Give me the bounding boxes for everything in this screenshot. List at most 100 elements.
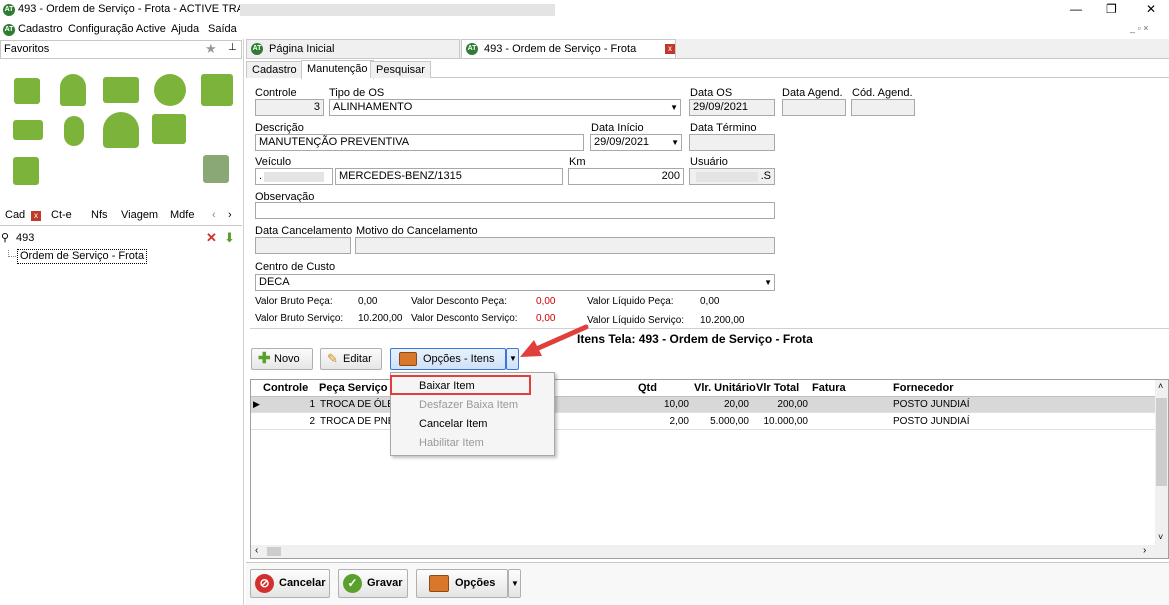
scroll-thumb[interactable] — [1156, 398, 1167, 486]
chevron-right-icon[interactable]: › — [228, 209, 232, 221]
data-os-field[interactable]: 29/09/2021 — [689, 99, 775, 116]
motivo-cancel-field[interactable] — [355, 237, 775, 254]
factory-icon[interactable] — [13, 157, 39, 185]
driver-add-icon[interactable] — [14, 78, 40, 104]
col-total[interactable]: Vlr Total — [756, 382, 799, 394]
opcoes-dropdown[interactable]: ▼ — [508, 569, 521, 598]
tab-viagem[interactable]: Viagem — [121, 209, 158, 221]
cell-unitario: 20,00 — [723, 399, 749, 410]
items-grid: Controle Peça Serviço Qtd Vlr. Unitário … — [250, 379, 1169, 559]
col-peca[interactable]: Peça Serviço — [319, 382, 388, 394]
horizontal-scrollbar[interactable]: ‹ › — [251, 545, 1156, 558]
veiculo-modelo-field[interactable]: MERCEDES-BENZ/1315 — [335, 168, 563, 185]
gravar-button[interactable]: ✓ Gravar — [338, 569, 408, 598]
data-agend-field[interactable] — [782, 99, 846, 116]
menu-cadastro[interactable]: Cadastro — [18, 23, 63, 35]
observacao-field[interactable] — [255, 202, 775, 219]
dropdown-arrow-icon: ▼ — [764, 278, 772, 287]
close-icon[interactable]: x — [31, 211, 41, 221]
app-menu-icon[interactable]: AT — [3, 24, 15, 36]
data-cancel-field[interactable] — [255, 237, 351, 254]
search-input[interactable]: 493 — [16, 232, 34, 244]
tipo-os-select[interactable]: ALINHAMENTO ▼ — [329, 99, 681, 116]
cancel-icon: ⊘ — [255, 574, 274, 593]
cell-fornecedor: POSTO JUNDIAÍ — [893, 416, 970, 427]
tab-cte[interactable]: Ct-e — [51, 209, 72, 221]
liq-peca-label: Valor Líquido Peça: — [587, 296, 674, 307]
tab-nfs[interactable]: Nfs — [91, 209, 108, 221]
person-icon[interactable] — [60, 74, 86, 106]
tab-ordem-servico[interactable]: AT 493 - Ordem de Serviço - Frota x — [461, 39, 676, 58]
close-tab-icon[interactable]: x — [665, 44, 675, 54]
driver-wheel-icon[interactable] — [64, 116, 84, 146]
star-icon[interactable]: ★ — [205, 41, 217, 57]
col-unitario[interactable]: Vlr. Unitário — [694, 382, 756, 394]
close-button[interactable]: ✕ — [1146, 2, 1156, 16]
menu-saida[interactable]: Saída — [208, 23, 237, 35]
menu-configuracao[interactable]: Configuração Active — [68, 23, 166, 35]
mdi-controls[interactable]: _ ▫ × — [1130, 23, 1148, 33]
cell-qtd: 2,00 — [669, 416, 689, 427]
fleet-icon[interactable] — [103, 77, 139, 103]
favorites-label: Favoritos — [4, 43, 50, 55]
scroll-right-icon[interactable]: › — [1143, 545, 1146, 556]
table-row[interactable]: 2 TROCA DE PNEU 2,00 5.000,00 10.000,00 … — [251, 414, 1156, 430]
scroll-up-icon[interactable]: ˄ — [1158, 381, 1163, 391]
menu-item-habilitar[interactable]: Habilitar Item — [419, 437, 484, 449]
centro-custo-select[interactable]: DECA ▼ — [255, 274, 775, 291]
data-inicio-field[interactable]: 29/09/2021 ▼ — [590, 134, 682, 151]
check-icon: ✓ — [343, 574, 362, 593]
restore-button[interactable]: ❐ — [1106, 2, 1117, 16]
pencil-icon: ✎ — [327, 351, 338, 366]
col-fatura[interactable]: Fatura — [812, 382, 846, 394]
title-bar: AT 493 - Ordem de Serviço - Frota - ACTI… — [0, 0, 1169, 20]
scroll-down-icon[interactable]: ˅ — [1158, 532, 1163, 542]
opcoes-button[interactable]: Opções — [416, 569, 508, 598]
menu-ajuda[interactable]: Ajuda — [171, 23, 199, 35]
km-field[interactable]: 200 — [568, 168, 684, 185]
tab-cad[interactable]: Cad — [5, 209, 25, 221]
dropdown-arrow-icon: ▼ — [670, 103, 678, 112]
vertical-scrollbar[interactable]: ˄ ˅ — [1155, 380, 1168, 558]
menu-item-cancelar[interactable]: Cancelar Item — [419, 418, 487, 430]
tab-manutencao[interactable]: Manutenção — [301, 60, 374, 79]
cancelar-button[interactable]: ⊘ Cancelar — [250, 569, 330, 598]
pin-icon[interactable]: ⊥ — [228, 42, 237, 53]
minimize-button[interactable]: — — [1070, 2, 1082, 16]
bruto-peca-value: 0,00 — [358, 296, 378, 307]
driver-icon[interactable] — [103, 112, 139, 148]
col-qtd[interactable]: Qtd — [638, 382, 657, 394]
novo-button[interactable]: ✚ Novo — [251, 348, 313, 370]
truck-icon[interactable] — [13, 120, 43, 140]
app-logo-icon: AT — [251, 43, 263, 55]
tab-pesquisar[interactable]: Pesquisar — [370, 61, 431, 78]
star-truck-icon[interactable] — [154, 74, 186, 106]
col-controle[interactable]: Controle — [263, 382, 308, 394]
go-search-icon[interactable]: ⬇ — [224, 230, 235, 246]
bus-icon[interactable] — [201, 74, 233, 106]
tab-mdfe[interactable]: Mdfe — [170, 209, 194, 221]
table-row[interactable]: ▶ 1 TROCA DE ÓLEO 10,00 20,00 200,00 POS… — [251, 397, 1156, 413]
col-fornecedor[interactable]: Fornecedor — [893, 382, 954, 394]
data-inicio-label: Data Início — [591, 122, 644, 134]
garage-icon[interactable] — [152, 114, 186, 144]
chevron-left-icon[interactable]: ‹ — [212, 209, 216, 221]
controle-field[interactable]: 3 — [255, 99, 324, 116]
menu-item-desfazer-baixa[interactable]: Desfazer Baixa Item — [419, 399, 518, 411]
cod-agend-field[interactable] — [851, 99, 915, 116]
cell-fornecedor: POSTO JUNDIAÍ — [893, 399, 970, 410]
data-termino-field[interactable] — [689, 134, 775, 151]
tab-cadastro[interactable]: Cadastro — [246, 61, 303, 78]
opcoes-itens-button[interactable]: Opções - Itens — [390, 348, 506, 370]
tree-item-ordem-servico[interactable]: Ordem de Serviço - Frota — [17, 249, 148, 264]
clear-search-icon[interactable]: ✕ — [206, 230, 217, 246]
recycle-bin-icon[interactable] — [203, 155, 229, 183]
veiculo-placa-field[interactable]: . — [255, 168, 333, 185]
scroll-left-icon[interactable]: ‹ — [255, 545, 258, 556]
descricao-field[interactable]: MANUTENÇÃO PREVENTIVA — [255, 134, 584, 151]
editar-button[interactable]: ✎ Editar — [320, 348, 382, 370]
tab-pagina-inicial[interactable]: AT Página Inicial — [246, 39, 460, 58]
scroll-thumb[interactable] — [267, 547, 281, 556]
usuario-field[interactable]: .S — [689, 168, 775, 185]
controle-label: Controle — [255, 87, 297, 99]
